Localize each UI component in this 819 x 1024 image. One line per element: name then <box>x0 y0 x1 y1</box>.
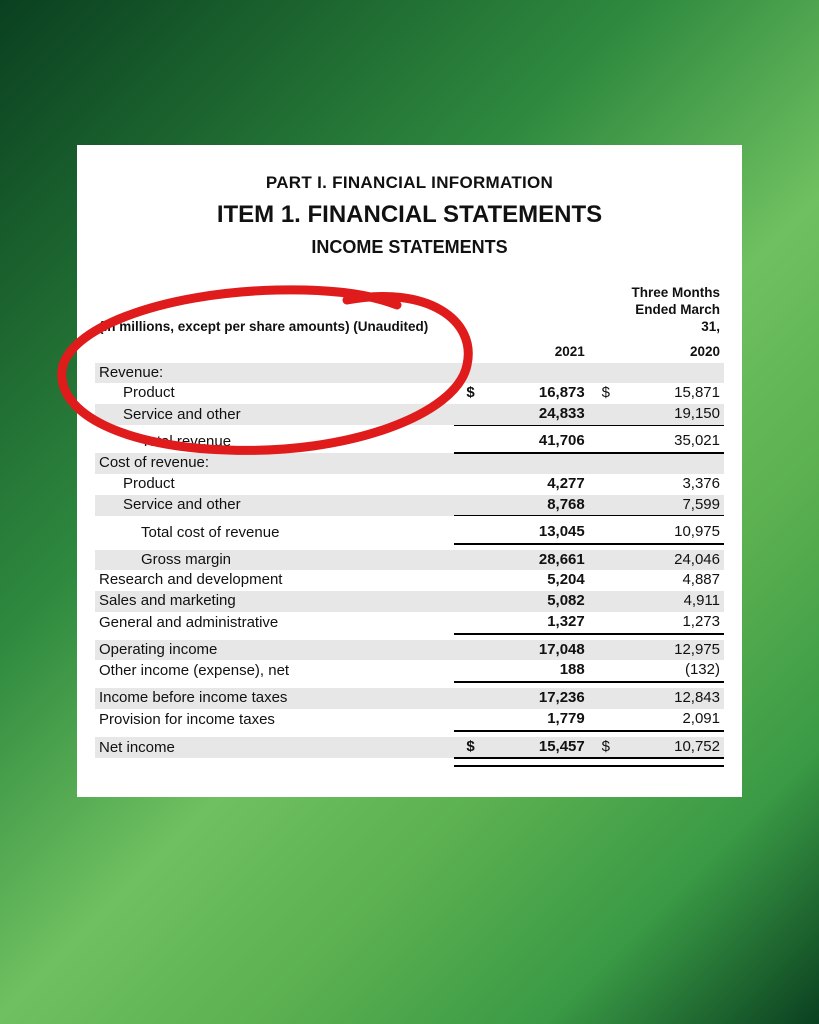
row-total-revenue-2020: 35,021 <box>614 431 724 453</box>
row-total-cost-2020: 10,975 <box>614 522 724 544</box>
row-sales-2020: 4,911 <box>614 591 724 612</box>
period-label: Three Months Ended March 31, <box>614 284 724 340</box>
row-other-income-2021: 188 <box>479 660 589 682</box>
row-product-label: Product <box>95 383 454 404</box>
row-rnd-label: Research and development <box>95 570 454 591</box>
income-statement-table: (In millions, except per share amounts) … <box>95 284 724 767</box>
cost-header: Cost of revenue: <box>95 453 454 474</box>
heading-part: PART I. FINANCIAL INFORMATION <box>95 173 724 193</box>
row-service-label: Service and other <box>95 404 454 425</box>
row-cost-product-2020: 3,376 <box>614 474 724 495</box>
row-cost-service-2021: 8,768 <box>479 495 589 516</box>
row-sales-2021: 5,082 <box>479 591 589 612</box>
row-net-income-label: Net income <box>95 737 454 759</box>
income-statement-document: PART I. FINANCIAL INFORMATION ITEM 1. FI… <box>77 145 742 797</box>
row-net-income-2021: 15,457 <box>479 737 589 759</box>
row-total-revenue-2021: 41,706 <box>479 431 589 453</box>
row-provision-tax-2020: 2,091 <box>614 709 724 731</box>
row-gna-2020: 1,273 <box>614 612 724 634</box>
row-product-2020: 15,871 <box>614 383 724 404</box>
row-operating-income-2021: 17,048 <box>479 640 589 661</box>
row-operating-income-2020: 12,975 <box>614 640 724 661</box>
row-rnd-2021: 5,204 <box>479 570 589 591</box>
row-income-before-tax-2021: 17,236 <box>479 688 589 709</box>
row-gross-margin-2021: 28,661 <box>479 550 589 571</box>
row-cost-service-2020: 7,599 <box>614 495 724 516</box>
row-sales-label: Sales and marketing <box>95 591 454 612</box>
row-rnd-2020: 4,887 <box>614 570 724 591</box>
row-total-cost-label: Total cost of revenue <box>95 522 454 544</box>
row-provision-tax-label: Provision for income taxes <box>95 709 454 731</box>
row-cost-product-2021: 4,277 <box>479 474 589 495</box>
row-service-2020: 19,150 <box>614 404 724 425</box>
row-other-income-2020: (132) <box>614 660 724 682</box>
row-service-2021: 24,833 <box>479 404 589 425</box>
row-gna-label: General and administrative <box>95 612 454 634</box>
unaudited-note: (In millions, except per share amounts) … <box>95 284 454 340</box>
revenue-header: Revenue: <box>95 363 454 384</box>
year-2021: 2021 <box>479 340 589 363</box>
row-gross-margin-label: Gross margin <box>95 550 454 571</box>
heading-statements: INCOME STATEMENTS <box>95 237 724 258</box>
row-other-income-label: Other income (expense), net <box>95 660 454 682</box>
row-gna-2021: 1,327 <box>479 612 589 634</box>
row-total-cost-2021: 13,045 <box>479 522 589 544</box>
row-operating-income-label: Operating income <box>95 640 454 661</box>
row-total-revenue-label: Total revenue <box>95 431 454 453</box>
row-cost-service-label: Service and other <box>95 495 454 516</box>
row-product-2021: 16,873 <box>479 383 589 404</box>
row-income-before-tax-label: Income before income taxes <box>95 688 454 709</box>
year-2020: 2020 <box>614 340 724 363</box>
row-income-before-tax-2020: 12,843 <box>614 688 724 709</box>
row-provision-tax-2021: 1,779 <box>479 709 589 731</box>
row-gross-margin-2020: 24,046 <box>614 550 724 571</box>
row-cost-product-label: Product <box>95 474 454 495</box>
heading-item: ITEM 1. FINANCIAL STATEMENTS <box>95 201 724 229</box>
row-net-income-2020: 10,752 <box>614 737 724 759</box>
